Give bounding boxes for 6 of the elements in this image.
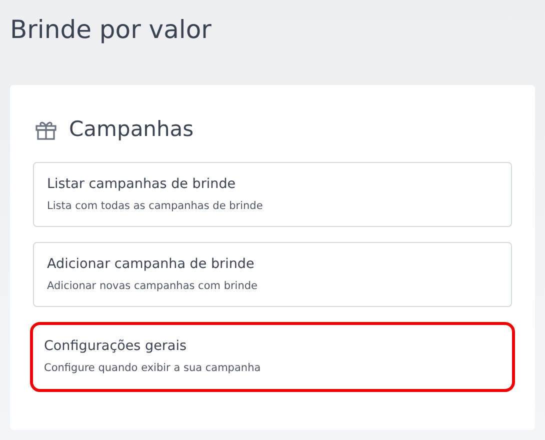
menu-option[interactable]: Listar campanhas de brinde Lista com todas as campanhas de brinde — [33, 162, 512, 228]
panel-title: Campanhas — [69, 117, 194, 142]
menu-option[interactable]: Configurações gerais Configure quando exibir a sua campanha — [30, 322, 515, 392]
gift-icon — [35, 120, 57, 140]
menu-option[interactable]: Adicionar campanha de brinde Adicionar novas campanhas com brinde — [33, 242, 512, 308]
page-title: Brinde por valor — [10, 14, 212, 46]
